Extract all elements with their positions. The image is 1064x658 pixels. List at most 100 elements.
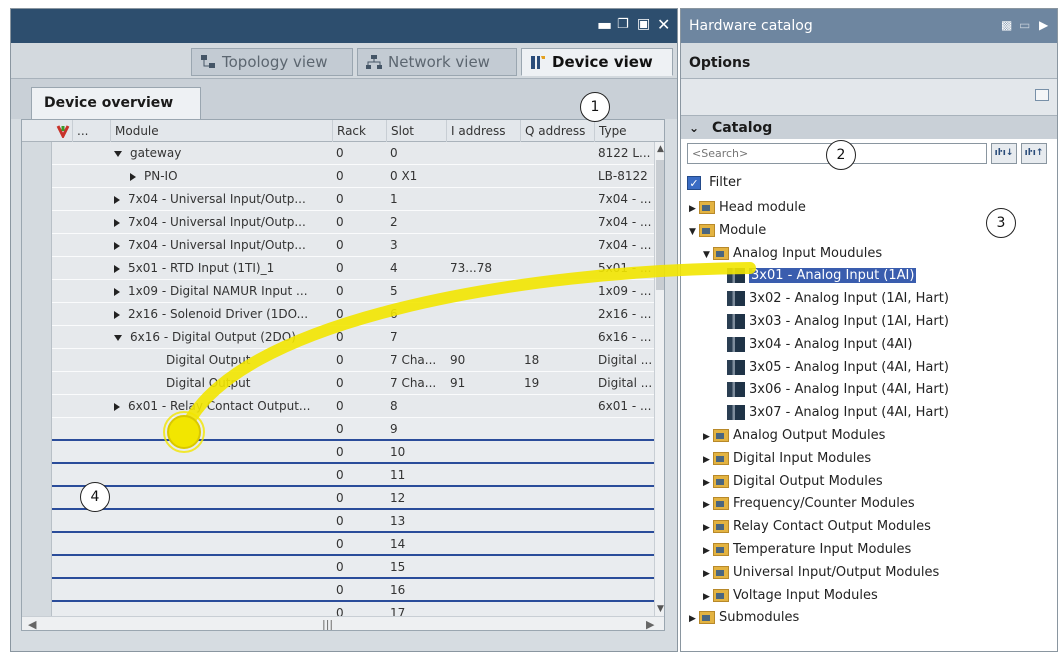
table-row[interactable]: 6x01 - Relay Contact Output... 0 8 6x01 - .… xyxy=(22,395,654,418)
empty-slot-row[interactable]: 0 11 xyxy=(22,464,654,487)
dock-icon[interactable]: ▭ xyxy=(1019,18,1030,32)
catalog-tree-item[interactable]: ▶ Digital Input Modules xyxy=(703,448,871,470)
collapsed-arrow-icon[interactable] xyxy=(114,218,120,227)
empty-slot-row[interactable]: 0 13 xyxy=(22,510,654,533)
tab-device-overview[interactable]: Device overview xyxy=(31,87,201,119)
catalog-tree-item[interactable]: 3x05 - Analog Input (4AI, Hart) xyxy=(717,357,949,379)
row-header[interactable] xyxy=(22,441,52,464)
table-row[interactable]: 6x16 - Digital Output (2DO) 0 7 6x16 - ... xyxy=(22,326,654,349)
row-header[interactable] xyxy=(22,487,52,510)
table-row[interactable]: Digital Output 0 7 Cha... 90 18 Digital ... xyxy=(22,349,654,372)
collapsed-arrow-icon[interactable]: ▶ xyxy=(703,472,713,494)
maximize-icon[interactable]: ▣ xyxy=(637,16,650,32)
collapsed-arrow-icon[interactable]: ▶ xyxy=(703,517,713,539)
catalog-tree-item[interactable]: ▼ Module xyxy=(689,220,766,242)
column-header-more[interactable]: ... xyxy=(72,120,92,142)
panel-toggle-icon[interactable] xyxy=(1035,89,1049,101)
filter-checkbox[interactable]: ✓ xyxy=(687,175,701,190)
catalog-tree-item[interactable]: ▶ Relay Contact Output Modules xyxy=(703,516,931,538)
search-up-button[interactable]: ıŀı↑ xyxy=(1021,143,1047,164)
row-header[interactable] xyxy=(22,418,52,441)
row-header[interactable] xyxy=(22,533,52,556)
empty-slot-row[interactable]: 0 15 xyxy=(22,556,654,579)
tab-network-view[interactable]: Network view xyxy=(357,48,517,76)
catalog-tree-item[interactable]: ▼ Analog Input Moudules xyxy=(703,243,882,265)
expanded-arrow-icon[interactable] xyxy=(114,150,122,157)
scroll-grip-icon[interactable]: ||| xyxy=(322,618,333,630)
column-header-q-address[interactable]: Q address xyxy=(520,120,594,142)
column-header-module[interactable]: Module xyxy=(110,120,332,142)
row-header[interactable] xyxy=(22,280,52,303)
scroll-up-icon[interactable]: ▲ xyxy=(657,144,664,154)
row-header[interactable] xyxy=(22,395,52,418)
restore-icon[interactable]: ❐ xyxy=(617,17,629,32)
catalog-tree-item[interactable]: ▶ Submodules xyxy=(689,607,799,629)
collapsed-arrow-icon[interactable] xyxy=(114,310,120,319)
row-header[interactable] xyxy=(22,349,52,372)
tab-device-view[interactable]: Device view xyxy=(521,48,673,76)
catalog-tree-item[interactable]: ▶ Head module xyxy=(689,197,806,219)
row-header[interactable] xyxy=(22,234,52,257)
row-header[interactable] xyxy=(22,211,52,234)
empty-slot-row[interactable]: 0 14 xyxy=(22,533,654,556)
catalog-tree-item[interactable]: 3x04 - Analog Input (4AI) xyxy=(717,334,912,356)
collapsed-arrow-icon[interactable] xyxy=(114,287,120,296)
collapsed-arrow-icon[interactable]: ▶ xyxy=(703,494,713,516)
catalog-tree-item[interactable]: 3x03 - Analog Input (1AI, Hart) xyxy=(717,311,949,333)
catalog-tree-item[interactable]: 3x06 - Analog Input (4AI, Hart) xyxy=(717,379,949,401)
catalog-tree-item[interactable]: ▶ Universal Input/Output Modules xyxy=(703,562,939,584)
row-header[interactable] xyxy=(22,372,52,395)
collapsed-arrow-icon[interactable] xyxy=(114,264,120,273)
column-header-slot[interactable]: Slot xyxy=(386,120,446,142)
row-header[interactable] xyxy=(22,556,52,579)
catalog-tree-item[interactable]: ▶ Digital Output Modules xyxy=(703,471,883,493)
row-header[interactable] xyxy=(22,257,52,280)
empty-slot-row[interactable]: 0 10 xyxy=(22,441,654,464)
empty-slot-row[interactable]: 09 xyxy=(22,418,654,441)
scroll-left-icon[interactable]: ◀ xyxy=(28,618,36,630)
collapse-icon[interactable]: ▶ xyxy=(1039,18,1048,32)
row-header[interactable] xyxy=(22,142,52,165)
collapsed-arrow-icon[interactable] xyxy=(130,172,136,181)
catalog-tree-item[interactable]: ▶ Temperature Input Modules xyxy=(703,539,911,561)
column-header-rack[interactable]: Rack xyxy=(332,120,386,142)
catalog-tree-item[interactable]: ▶ Frequency/Counter Modules xyxy=(703,493,915,515)
catalog-tree-item[interactable]: ▶ Voltage Input Modules xyxy=(703,585,878,607)
catalog-tree-item[interactable]: ▶ Analog Output Modules xyxy=(703,425,885,447)
table-row[interactable]: 5x01 - RTD Input (1TI)_1 0 4 73...78 5x01 - … xyxy=(22,257,654,280)
catalog-tree-item[interactable]: 3x01 - Analog Input (1AI) xyxy=(717,265,918,287)
column-header-i-address[interactable]: I address xyxy=(446,120,520,142)
table-row[interactable]: Digital Output 0 7 Cha... 91 19 Digital ... xyxy=(22,372,654,395)
collapsed-arrow-icon[interactable]: ▶ xyxy=(689,198,699,220)
filter-checkbox-row[interactable]: ✓ Filter xyxy=(687,173,741,193)
row-header[interactable] xyxy=(22,303,52,326)
close-icon[interactable]: ✕ xyxy=(657,15,670,34)
float-icon[interactable]: ▩ xyxy=(1001,18,1012,32)
search-down-button[interactable]: ıŀı↓ xyxy=(991,143,1017,164)
scroll-down-icon[interactable]: ▼ xyxy=(657,604,664,614)
empty-slot-row[interactable]: 0 12 xyxy=(22,487,654,510)
vertical-scroll-thumb[interactable] xyxy=(656,160,664,290)
row-header[interactable] xyxy=(22,579,52,602)
table-row[interactable]: 2x16 - Solenoid Driver (1DO... 0 6 2x16 - .… xyxy=(22,303,654,326)
options-section-header[interactable]: Options xyxy=(681,43,1057,79)
collapsed-arrow-icon[interactable]: ▶ xyxy=(703,426,713,448)
collapsed-arrow-icon[interactable] xyxy=(114,241,120,250)
collapsed-arrow-icon[interactable]: ▶ xyxy=(703,449,713,471)
column-header-type[interactable]: Type xyxy=(594,120,654,142)
table-row[interactable]: gateway 0 0 8122 L... xyxy=(22,142,654,165)
row-header[interactable] xyxy=(22,464,52,487)
collapsed-arrow-icon[interactable]: ▶ xyxy=(703,586,713,608)
catalog-tree-item[interactable]: 3x07 - Analog Input (4AI, Hart) xyxy=(717,402,949,424)
horizontal-scrollbar[interactable]: ◀ ||| ▶ xyxy=(22,616,664,630)
catalog-tree-item[interactable]: 3x02 - Analog Input (1AI, Hart) xyxy=(717,288,949,310)
vertical-scrollbar[interactable]: ▲ ▼ xyxy=(654,142,664,616)
collapsed-arrow-icon[interactable] xyxy=(114,402,120,411)
table-row[interactable]: 7x04 - Universal Input/Outp... 0 3 7x04 - .… xyxy=(22,234,654,257)
expanded-arrow-icon[interactable]: ▼ xyxy=(689,221,699,243)
row-header[interactable] xyxy=(22,188,52,211)
row-header[interactable] xyxy=(22,510,52,533)
collapsed-arrow-icon[interactable]: ▶ xyxy=(703,563,713,585)
minimize-icon[interactable]: ▬ xyxy=(597,15,612,34)
table-row[interactable]: PN-IO 0 0 X1 LB-8122 xyxy=(22,165,654,188)
